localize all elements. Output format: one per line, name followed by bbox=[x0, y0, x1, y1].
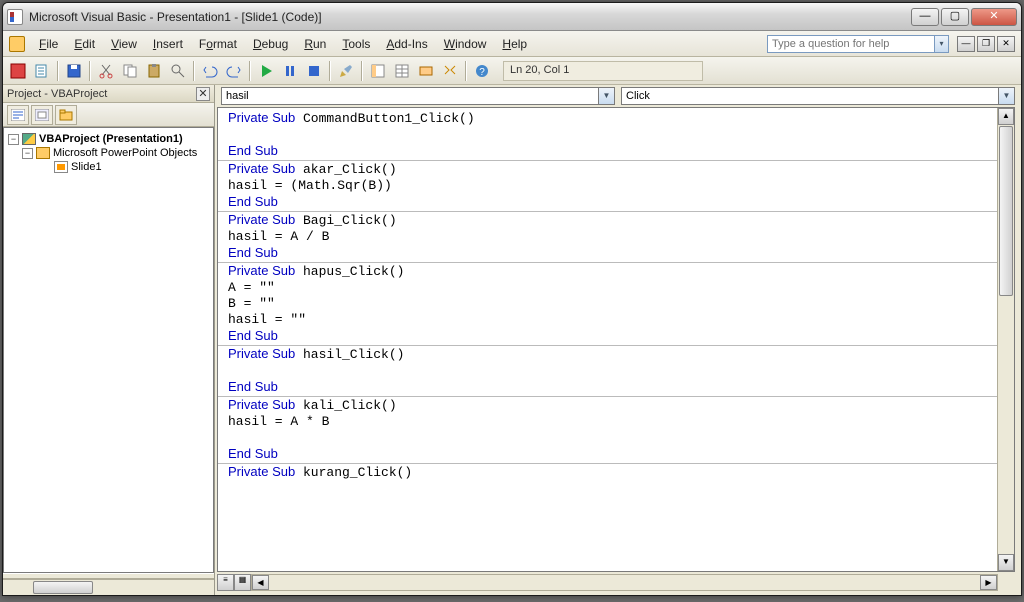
dropdown-arrow-icon: ▼ bbox=[998, 88, 1014, 104]
help-button[interactable]: ? bbox=[471, 60, 493, 82]
toolbar: ? Ln 20, Col 1 bbox=[3, 57, 1021, 85]
slide-icon bbox=[54, 161, 68, 173]
find-button[interactable] bbox=[167, 60, 189, 82]
mdi-icon[interactable] bbox=[9, 36, 25, 52]
redo-button[interactable] bbox=[223, 60, 245, 82]
minimize-button[interactable]: — bbox=[911, 8, 939, 26]
object-dropdown-value: hasil bbox=[226, 90, 249, 102]
project-panel-title: Project - VBAProject ✕ bbox=[3, 85, 214, 103]
toggle-folders-button[interactable] bbox=[55, 105, 77, 125]
tree-slide-label: Slide1 bbox=[71, 161, 102, 173]
scroll-right-button[interactable]: ▶ bbox=[980, 575, 997, 590]
tree-folder-label: Microsoft PowerPoint Objects bbox=[53, 147, 197, 159]
menu-view[interactable]: View bbox=[103, 34, 145, 54]
paste-button[interactable] bbox=[143, 60, 165, 82]
design-mode-button[interactable] bbox=[335, 60, 357, 82]
svg-text:?: ? bbox=[479, 67, 485, 78]
view-powerpoint-button[interactable] bbox=[7, 60, 29, 82]
code-vscrollbar[interactable]: ▲ ▼ bbox=[997, 108, 1014, 571]
copy-button[interactable] bbox=[119, 60, 141, 82]
full-module-view-button[interactable]: ▦ bbox=[234, 574, 251, 591]
menu-help[interactable]: Help bbox=[494, 34, 535, 54]
folder-icon bbox=[36, 147, 50, 159]
menu-window[interactable]: Window bbox=[436, 34, 495, 54]
tree-root-node[interactable]: − VBAProject (Presentation1) bbox=[6, 132, 211, 146]
vbe-window: Microsoft Visual Basic - Presentation1 -… bbox=[2, 2, 1022, 596]
scroll-down-button[interactable]: ▼ bbox=[998, 554, 1014, 571]
tree-folder-node[interactable]: − Microsoft PowerPoint Objects bbox=[6, 146, 211, 160]
scroll-corner bbox=[998, 574, 1015, 591]
procedure-dropdown-value: Click bbox=[626, 90, 650, 102]
save-button[interactable] bbox=[63, 60, 85, 82]
mdi-close-button[interactable]: ✕ bbox=[997, 36, 1015, 52]
view-object-button[interactable] bbox=[31, 105, 53, 125]
collapse-icon[interactable]: − bbox=[22, 148, 33, 159]
project-panel-close-button[interactable]: ✕ bbox=[196, 87, 210, 101]
titlebar[interactable]: Microsoft Visual Basic - Presentation1 -… bbox=[3, 3, 1021, 31]
code-editor[interactable]: Private Sub CommandButton1_Click() End S… bbox=[218, 108, 997, 571]
insert-module-button[interactable] bbox=[31, 60, 53, 82]
run-button[interactable] bbox=[255, 60, 277, 82]
help-search-dropdown[interactable]: ▾ bbox=[935, 35, 949, 53]
object-dropdown[interactable]: hasil ▼ bbox=[221, 87, 615, 105]
menubar: File Edit View Insert Format Debug Run T… bbox=[3, 31, 1021, 57]
maximize-button[interactable]: ▢ bbox=[941, 8, 969, 26]
collapse-icon[interactable]: − bbox=[8, 134, 19, 145]
project-panel-title-text: Project - VBAProject bbox=[7, 88, 107, 100]
toolbox-button[interactable] bbox=[439, 60, 461, 82]
object-browser-button[interactable] bbox=[415, 60, 437, 82]
scrollbar-thumb[interactable] bbox=[999, 126, 1013, 296]
menu-insert[interactable]: Insert bbox=[145, 34, 191, 54]
mdi-restore-button[interactable]: ❐ bbox=[977, 36, 995, 52]
dropdown-arrow-icon: ▼ bbox=[598, 88, 614, 104]
menu-format[interactable]: Format bbox=[191, 34, 245, 54]
project-toolbar bbox=[3, 103, 214, 127]
scroll-left-button[interactable]: ◀ bbox=[252, 575, 269, 590]
project-explorer-button[interactable] bbox=[367, 60, 389, 82]
reset-button[interactable] bbox=[303, 60, 325, 82]
close-button[interactable]: ✕ bbox=[971, 8, 1017, 26]
properties-button[interactable] bbox=[391, 60, 413, 82]
code-hscrollbar[interactable]: ◀ ▶ bbox=[251, 574, 998, 591]
project-explorer-panel: Project - VBAProject ✕ − VBAProject (Pre… bbox=[3, 85, 215, 595]
mdi-minimize-button[interactable]: — bbox=[957, 36, 975, 52]
break-button[interactable] bbox=[279, 60, 301, 82]
app-icon bbox=[7, 9, 23, 25]
menu-edit[interactable]: Edit bbox=[66, 34, 103, 54]
undo-button[interactable] bbox=[199, 60, 221, 82]
code-area: hasil ▼ Click ▼ Private Sub CommandButto… bbox=[215, 85, 1021, 595]
tree-root-label: VBAProject (Presentation1) bbox=[39, 133, 183, 145]
tree-slide-node[interactable]: Slide1 bbox=[6, 160, 211, 174]
scrollbar-thumb[interactable] bbox=[33, 581, 93, 594]
procedure-dropdown[interactable]: Click ▼ bbox=[621, 87, 1015, 105]
cursor-position-label: Ln 20, Col 1 bbox=[503, 61, 703, 81]
cut-button[interactable] bbox=[95, 60, 117, 82]
menu-addins[interactable]: Add-Ins bbox=[378, 34, 435, 54]
menu-debug[interactable]: Debug bbox=[245, 34, 296, 54]
window-title: Microsoft Visual Basic - Presentation1 -… bbox=[29, 10, 322, 24]
help-search-input[interactable] bbox=[767, 35, 935, 53]
menu-tools[interactable]: Tools bbox=[334, 34, 378, 54]
project-hscrollbar[interactable] bbox=[3, 579, 214, 595]
vbaproject-icon bbox=[22, 133, 36, 145]
menu-file[interactable]: File bbox=[31, 34, 66, 54]
scroll-up-button[interactable]: ▲ bbox=[998, 108, 1014, 125]
procedure-view-button[interactable]: ≡ bbox=[217, 574, 234, 591]
view-code-button[interactable] bbox=[7, 105, 29, 125]
menu-run[interactable]: Run bbox=[296, 34, 334, 54]
project-tree[interactable]: − VBAProject (Presentation1) − Microsoft… bbox=[3, 127, 214, 573]
